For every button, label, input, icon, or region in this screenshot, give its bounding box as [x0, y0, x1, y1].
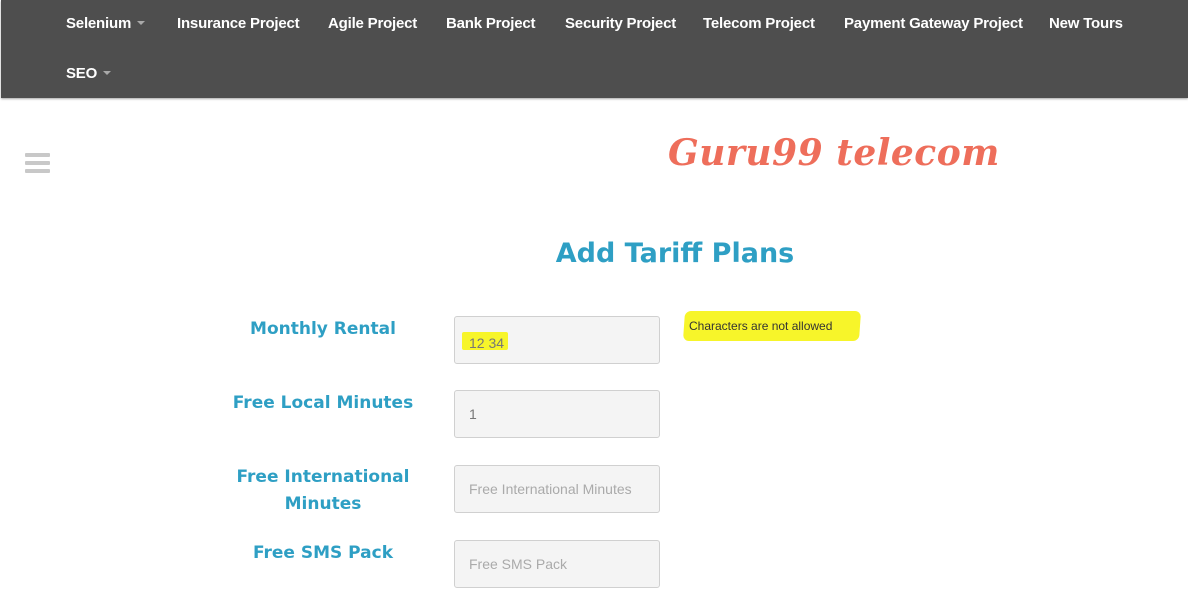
nav-item-label: Telecom Project	[703, 15, 815, 32]
brand-title: Guru99 telecom	[668, 132, 1000, 174]
nav-item-seo[interactable]: SEO	[66, 65, 112, 82]
nav-item-label: Bank Project	[446, 15, 536, 32]
nav-item-label: Security Project	[565, 15, 677, 32]
nav-item-selenium[interactable]: Selenium	[66, 15, 146, 32]
nav-item-label: SEO	[66, 65, 98, 82]
caret-down-icon	[137, 21, 146, 26]
nav-item-label: Payment Gateway Project	[844, 15, 1023, 32]
nav-item-security-project[interactable]: Security Project	[565, 15, 676, 32]
nav-item-label: Agile Project	[328, 15, 418, 32]
value-highlight	[462, 332, 508, 350]
page-title: Add Tariff Plans	[555, 238, 795, 269]
free-international-minutes-input[interactable]	[454, 465, 660, 513]
nav-item-telecom-project[interactable]: Telecom Project	[703, 15, 815, 32]
free-sms-pack-label: Free SMS Pack	[252, 543, 394, 563]
nav-item-label: Insurance Project	[177, 15, 300, 32]
nav-item-new-tours[interactable]: New Tours	[1049, 15, 1123, 32]
top-navbar: Selenium Insurance Project Agile Project…	[1, 0, 1188, 98]
free-sms-pack-input[interactable]	[454, 540, 660, 588]
free-local-minutes-input[interactable]	[454, 390, 660, 438]
monthly-rental-error: Characters are not allowed	[689, 319, 833, 333]
monthly-rental-label: Monthly Rental	[250, 319, 396, 339]
nav-item-label: Selenium	[66, 15, 132, 32]
nav-item-label: New Tours	[1049, 15, 1123, 32]
hamburger-menu-icon[interactable]	[25, 153, 50, 173]
page: Selenium Insurance Project Agile Project…	[0, 0, 1188, 604]
nav-item-insurance-project[interactable]: Insurance Project	[177, 15, 300, 32]
free-local-minutes-label: Free Local Minutes	[232, 393, 414, 413]
free-international-minutes-label: Free International Minutes	[236, 467, 410, 514]
caret-down-icon	[103, 71, 112, 76]
nav-item-bank-project[interactable]: Bank Project	[446, 15, 536, 32]
nav-item-agile-project[interactable]: Agile Project	[328, 15, 417, 32]
nav-item-payment-gateway-project[interactable]: Payment Gateway Project	[844, 15, 1023, 32]
